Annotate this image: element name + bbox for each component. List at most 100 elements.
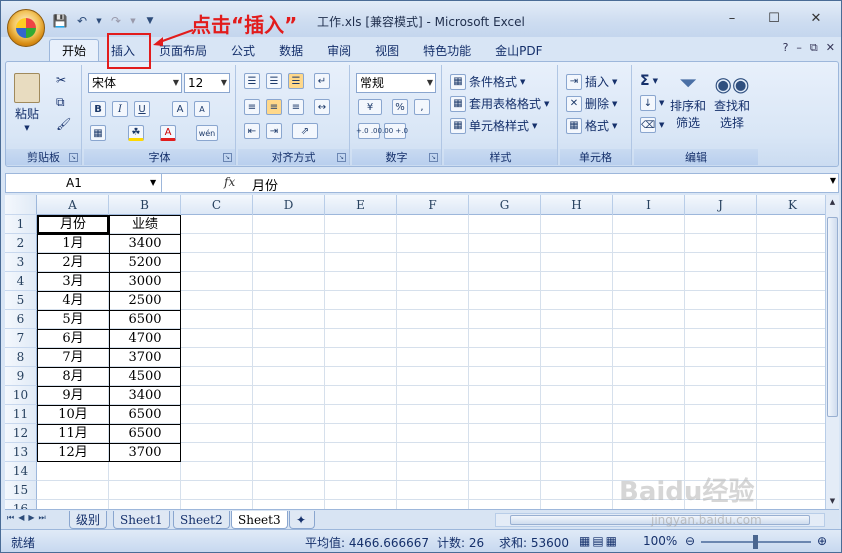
font-launcher-icon[interactable]: ↘	[223, 153, 232, 162]
table-cell[interactable]: 6500	[109, 310, 181, 329]
name-box[interactable]: A1 ▼	[6, 174, 162, 192]
font-name-select[interactable]: 宋体 ▼	[88, 73, 182, 93]
number-launcher-icon[interactable]: ↘	[429, 153, 438, 162]
doc-minimize-icon[interactable]: –	[796, 41, 802, 55]
row-header[interactable]: 11	[5, 405, 37, 424]
column-header[interactable]: A	[37, 195, 109, 215]
align-right-button[interactable]: ≡	[288, 99, 304, 115]
clear-button[interactable]: ⌫ ▼	[640, 117, 664, 133]
bold-button[interactable]: B	[90, 101, 106, 117]
fill-button[interactable]: ↓ ▼	[640, 95, 664, 111]
orientation-button[interactable]: ⇗	[292, 123, 318, 139]
sheet-tab-sheet3[interactable]: Sheet3	[231, 511, 288, 529]
tab-home[interactable]: 开始	[49, 39, 100, 61]
minimize-button[interactable]: –	[711, 7, 753, 29]
underline-button[interactable]: U	[134, 101, 150, 117]
row-header[interactable]: 15	[5, 481, 37, 500]
format-cells-button[interactable]: ▦ 格式 ▼	[566, 117, 617, 134]
format-painter-button[interactable]: 🖌	[56, 117, 71, 131]
select-all-corner[interactable]	[5, 195, 37, 215]
conditional-format-button[interactable]: ▦ 条件格式 ▼	[450, 73, 525, 90]
sheet-tab-sheet1[interactable]: Sheet1	[113, 511, 170, 529]
phonetic-button[interactable]: wén	[196, 125, 218, 141]
vertical-scroll-thumb[interactable]	[827, 217, 838, 417]
row-header[interactable]: 9	[5, 367, 37, 386]
tab-view[interactable]: 视图	[363, 39, 411, 61]
table-cell[interactable]: 3400	[109, 386, 181, 405]
table-cell[interactable]: 10月	[37, 405, 109, 424]
align-bottom-button[interactable]: ☰	[288, 73, 304, 89]
table-cell[interactable]: 6500	[109, 405, 181, 424]
tab-kingsoft-pdf[interactable]: 金山PDF	[483, 39, 554, 61]
table-cell[interactable]: 6月	[37, 329, 109, 348]
shrink-font-button[interactable]: A	[194, 101, 210, 117]
find-select-button[interactable]: ◉◉ 查找和 选择	[714, 71, 750, 131]
row-header[interactable]: 14	[5, 462, 37, 481]
table-cell[interactable]: 4700	[109, 329, 181, 348]
scroll-down-icon[interactable]: ▼	[827, 496, 838, 507]
decrease-indent-button[interactable]: ⇤	[244, 123, 260, 139]
zoom-out-icon[interactable]: ⊖	[685, 534, 695, 548]
row-header[interactable]: 5	[5, 291, 37, 310]
table-cell[interactable]: 3700	[109, 443, 181, 462]
tab-special[interactable]: 特色功能	[411, 39, 483, 61]
autosum-button[interactable]: Σ ▼	[640, 73, 658, 89]
view-buttons[interactable]: ▦▤▦	[579, 534, 619, 548]
zoom-in-icon[interactable]: ⊕	[817, 534, 827, 548]
table-cell[interactable]: 3400	[109, 234, 181, 253]
row-header[interactable]: 2	[5, 234, 37, 253]
row-header[interactable]: 4	[5, 272, 37, 291]
table-cell[interactable]: 3000	[109, 272, 181, 291]
alignment-launcher-icon[interactable]: ↘	[337, 153, 346, 162]
column-header[interactable]: E	[325, 195, 397, 215]
table-cell[interactable]: 12月	[37, 443, 109, 462]
maximize-button[interactable]: ☐	[753, 7, 795, 29]
font-color-button[interactable]: A	[160, 125, 176, 141]
table-cell[interactable]: 7月	[37, 348, 109, 367]
table-cell[interactable]: 4500	[109, 367, 181, 386]
fill-color-button[interactable]: ☘	[128, 125, 144, 141]
table-cell[interactable]: 2500	[109, 291, 181, 310]
clipboard-launcher-icon[interactable]: ↘	[69, 153, 78, 162]
redo-icon[interactable]: ↷	[107, 12, 125, 30]
delete-cells-button[interactable]: ✕ 删除 ▼	[566, 95, 617, 112]
worksheet-grid[interactable]: ABCDEFGHIJK 1 2 3 4 5 6 7 8 9 10 11 12 13 14 15 16 月份 业绩…	[5, 195, 825, 509]
table-cell[interactable]: 5月	[37, 310, 109, 329]
row-header[interactable]: 8	[5, 348, 37, 367]
format-as-table-button[interactable]: ▦ 套用表格格式 ▼	[450, 95, 549, 112]
table-cell[interactable]: 9月	[37, 386, 109, 405]
insert-cells-button[interactable]: ⇥ 插入 ▼	[566, 73, 617, 90]
zoom-thumb[interactable]	[753, 535, 758, 549]
grow-font-button[interactable]: A	[172, 101, 188, 117]
column-header[interactable]: I	[613, 195, 685, 215]
table-cell[interactable]: 3700	[109, 348, 181, 367]
vertical-scrollbar[interactable]: ▲ ▼	[825, 195, 839, 509]
table-header-cell[interactable]: 业绩	[109, 215, 181, 234]
scroll-up-icon[interactable]: ▲	[827, 197, 838, 208]
doc-close-icon[interactable]: ✕	[826, 41, 835, 55]
column-header[interactable]: G	[469, 195, 541, 215]
paste-button[interactable]: 粘贴 ▼	[14, 73, 40, 132]
row-header[interactable]: 7	[5, 329, 37, 348]
table-cell[interactable]: 2月	[37, 253, 109, 272]
column-header[interactable]: D	[253, 195, 325, 215]
copy-button[interactable]: ⧉	[56, 95, 65, 110]
insert-sheet-icon[interactable]: ✦	[289, 511, 315, 529]
merge-center-button[interactable]: ↔	[314, 99, 330, 115]
tab-data[interactable]: 数据	[267, 39, 315, 61]
undo-dropdown-icon[interactable]: ▼	[95, 12, 103, 30]
column-header[interactable]: J	[685, 195, 757, 215]
last-sheet-icon[interactable]: ⏭	[39, 513, 46, 523]
accounting-button[interactable]: ¥	[358, 99, 382, 115]
column-header[interactable]: F	[397, 195, 469, 215]
sheet-tab-sheet2[interactable]: Sheet2	[173, 511, 230, 529]
table-cell[interactable]: 4月	[37, 291, 109, 310]
table-cell[interactable]: 1月	[37, 234, 109, 253]
wrap-text-button[interactable]: ↵	[314, 73, 330, 89]
column-header[interactable]: C	[181, 195, 253, 215]
cell-styles-button[interactable]: ▦ 单元格样式 ▼	[450, 117, 537, 134]
align-left-button[interactable]: ≡	[244, 99, 260, 115]
table-cell[interactable]: 8月	[37, 367, 109, 386]
row-header[interactable]: 13	[5, 443, 37, 462]
help-icon[interactable]: ?	[783, 41, 789, 55]
